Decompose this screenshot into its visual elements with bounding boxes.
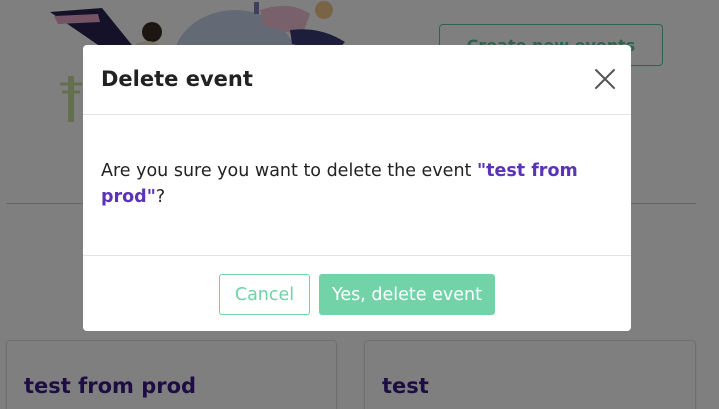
cancel-button[interactable]: Cancel [219,274,310,315]
close-icon [595,69,615,89]
delete-event-dialog: Delete event Are you sure you want to de… [83,45,631,331]
dialog-header: Delete event [83,45,631,115]
message-suffix: ? [155,187,166,207]
dialog-title: Delete event [101,67,253,91]
confirm-delete-button[interactable]: Yes, delete event [319,274,495,315]
close-button[interactable] [593,67,617,91]
message-prefix: Are you sure you want to delete the even… [101,161,477,181]
dialog-message: Are you sure you want to delete the even… [101,158,601,210]
dialog-footer: Cancel Yes, delete event [83,255,631,331]
